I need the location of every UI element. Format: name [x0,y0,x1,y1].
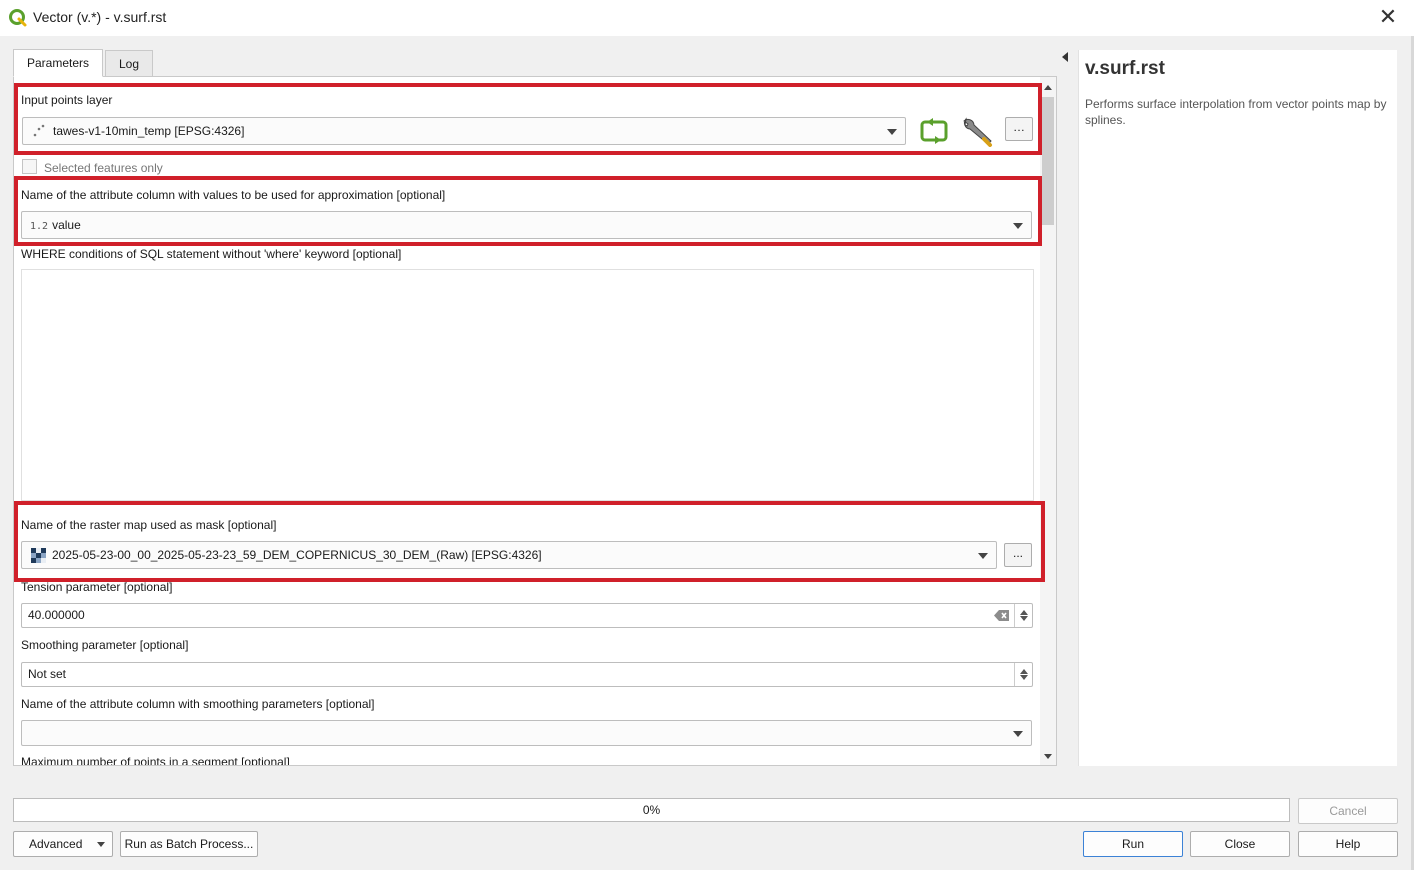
smooth-value: Not set [28,667,67,681]
raster-layer-icon [31,548,46,563]
advanced-button-label: Advanced [29,837,83,851]
input-layer-combo[interactable]: tawes-v1-10min_temp [EPSG:4326] [22,117,906,145]
scroll-down-icon[interactable] [1044,754,1052,759]
tab-log[interactable]: Log [105,50,154,77]
chevron-down-icon [1013,731,1023,737]
tab-parameters[interactable]: Parameters [13,49,104,77]
scroll-up-icon[interactable] [1044,85,1052,90]
mask-combo[interactable]: 2025-05-23-00_00_2025-05-23-23_59_DEM_CO… [21,541,997,569]
chevron-down-icon [1013,223,1023,229]
tension-stepper[interactable] [1014,604,1032,627]
iterate-icon[interactable] [919,118,949,144]
input-layer-value: tawes-v1-10min_temp [EPSG:4326] [53,124,245,138]
zcolumn-label: Name of the attribute column with values… [21,188,446,202]
close-button[interactable]: Close [1190,831,1290,857]
clear-icon[interactable] [994,609,1010,622]
smooth-spinbox[interactable]: Not set [21,662,1033,687]
help-panel: v.surf.rst Performs surface interpolatio… [1078,50,1397,766]
parameters-panel: Input points layer tawes-v1-10min_temp [… [13,76,1057,766]
help-description: Performs surface interpolation from vect… [1085,97,1387,127]
zcolumn-combo[interactable]: 1.2 value [21,211,1032,239]
mask-value: 2025-05-23-00_00_2025-05-23-23_59_DEM_CO… [52,548,542,562]
parameters-scrollbar[interactable] [1040,77,1056,765]
mask-label: Name of the raster map used as mask [opt… [21,518,277,532]
numeric-field-icon: 1.2 [30,221,49,232]
mask-browse-button[interactable]: ... [1004,543,1032,567]
where-textarea[interactable] [21,269,1034,501]
smooth-column-label: Name of the attribute column with smooth… [21,697,375,711]
progress-bar: 0% [13,798,1290,822]
tension-spinbox[interactable]: 40.000000 [21,603,1033,628]
smooth-label: Smoothing parameter [optional] [21,638,189,652]
input-layer-browse-button[interactable]: … [1005,117,1033,141]
point-layer-icon [33,124,45,137]
selected-features-label: Selected features only [44,161,163,175]
where-label: WHERE conditions of SQL statement withou… [21,247,402,261]
selected-features-checkbox[interactable] [22,159,37,174]
run-batch-button[interactable]: Run as Batch Process... [120,831,258,857]
run-button[interactable]: Run [1083,831,1183,857]
chevron-down-icon [978,553,988,559]
chevron-down-icon [887,129,897,135]
scrollbar-thumb[interactable] [1042,97,1054,225]
tension-label: Tension parameter [optional] [21,580,173,594]
wrench-icon[interactable] [960,115,994,147]
cancel-button[interactable]: Cancel [1298,798,1398,824]
smooth-column-combo[interactable] [21,720,1032,746]
help-title: v.surf.rst [1085,58,1165,79]
title-bar: Vector (v.*) - v.surf.rst ✕ [0,0,1414,36]
help-button[interactable]: Help [1298,831,1398,857]
qgis-app-icon [9,9,27,27]
input-layer-label: Input points layer [21,93,113,107]
segmax-label: Maximum number of points in a segment [o… [21,755,290,766]
smooth-stepper[interactable] [1014,663,1032,686]
tension-value: 40.000000 [28,608,85,622]
collapse-help-icon[interactable] [1062,52,1068,62]
chevron-down-icon [97,842,105,847]
advanced-button[interactable]: Advanced [13,831,113,857]
zcolumn-value: value [52,218,81,232]
window-title: Vector (v.*) - v.surf.rst [33,9,167,25]
window-close-button[interactable]: ✕ [1376,6,1400,30]
